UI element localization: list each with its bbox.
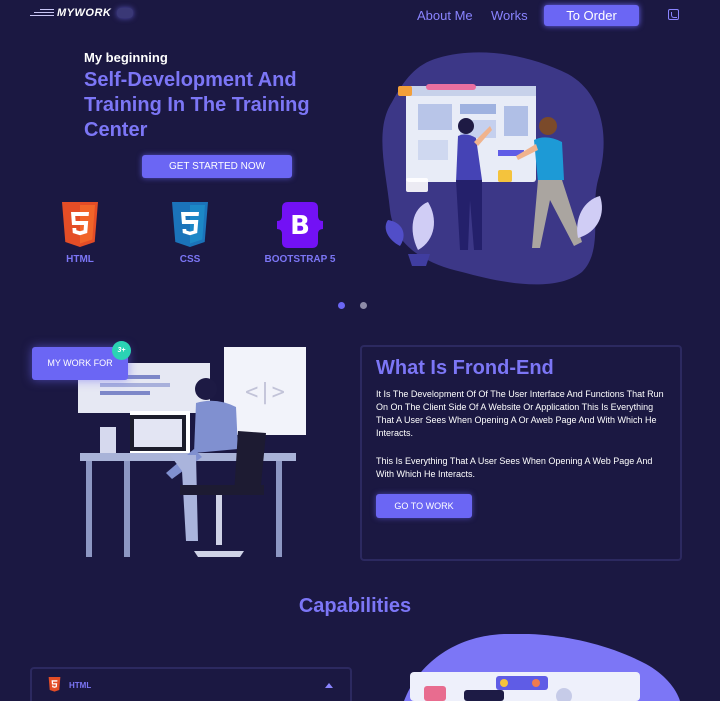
phone-icon[interactable] <box>668 9 679 20</box>
html5-icon <box>48 677 61 692</box>
chevron-up-icon[interactable] <box>325 683 333 688</box>
tech-label-bootstrap: BOOTSTRAP 5 <box>264 254 336 265</box>
svg-text:B: B <box>290 211 310 241</box>
tech-bootstrap: B BOOTSTRAP 5 <box>260 202 340 265</box>
get-started-button[interactable]: GET STARTED NOW <box>142 155 292 178</box>
go-to-work-button[interactable]: GO TO WORK <box>376 494 472 518</box>
order-button[interactable]: To Order <box>544 5 639 26</box>
tech-html: HTML <box>40 202 120 265</box>
frontend-paragraph-1: It Is The Development Of Of The User Int… <box>376 389 664 438</box>
svg-text:<|>: <|> <box>245 380 285 405</box>
logo-toggle-icon <box>117 8 134 18</box>
frontend-title: What Is Frond-End <box>376 357 554 379</box>
logo[interactable]: MYWORK <box>30 7 134 19</box>
bootstrap-icon: B <box>277 202 323 248</box>
css3-icon <box>172 202 208 247</box>
capability-label-html: HTML <box>69 681 92 690</box>
hero-illustration <box>382 52 604 285</box>
capabilities-title: Capabilities <box>298 595 412 617</box>
tech-css: CSS <box>150 202 230 265</box>
frontend-paragraph-2: This Is Everything That A User Sees When… <box>376 456 653 479</box>
hero-title: Self-Development And Training In The Tra… <box>84 69 310 141</box>
nav-link-about[interactable]: About Me <box>417 8 473 23</box>
capabilities-illustration <box>404 634 680 701</box>
logo-text: MYWORK <box>57 7 112 19</box>
top-nav: MYWORK About Me Works To Order <box>0 0 720 32</box>
tech-label-css: CSS <box>179 254 201 265</box>
experience-badge: 3+ <box>112 341 131 360</box>
slider-dot-1[interactable] <box>338 302 345 309</box>
logo-lines-icon <box>30 8 54 18</box>
nav-link-works[interactable]: Works <box>491 8 528 23</box>
hero-subtitle: My beginning <box>84 50 168 65</box>
slider-dot-2[interactable] <box>360 302 367 309</box>
tech-label-html: HTML <box>66 254 94 265</box>
html5-icon <box>62 202 98 247</box>
